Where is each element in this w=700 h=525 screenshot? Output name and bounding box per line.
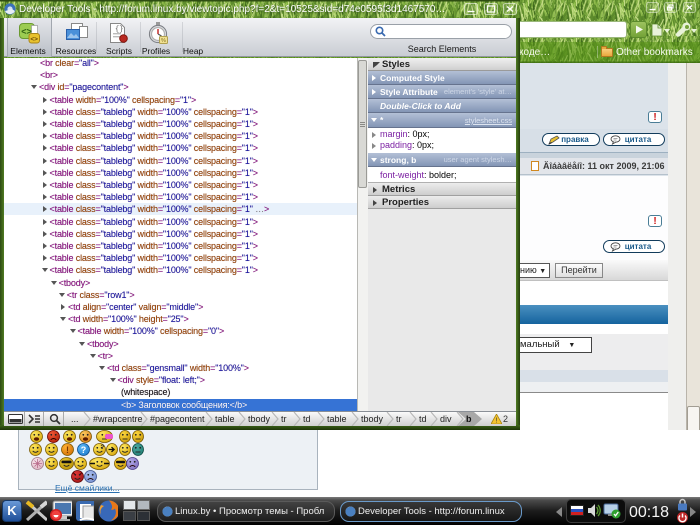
- svg-text:%: %: [161, 38, 166, 44]
- svg-text:?: ?: [81, 445, 87, 455]
- svg-text:!: !: [496, 418, 498, 425]
- svg-text:{}: {}: [115, 26, 123, 34]
- svg-text:<>: <>: [30, 36, 38, 43]
- svg-text:?: ?: [101, 444, 105, 451]
- svg-text:!: !: [66, 445, 69, 455]
